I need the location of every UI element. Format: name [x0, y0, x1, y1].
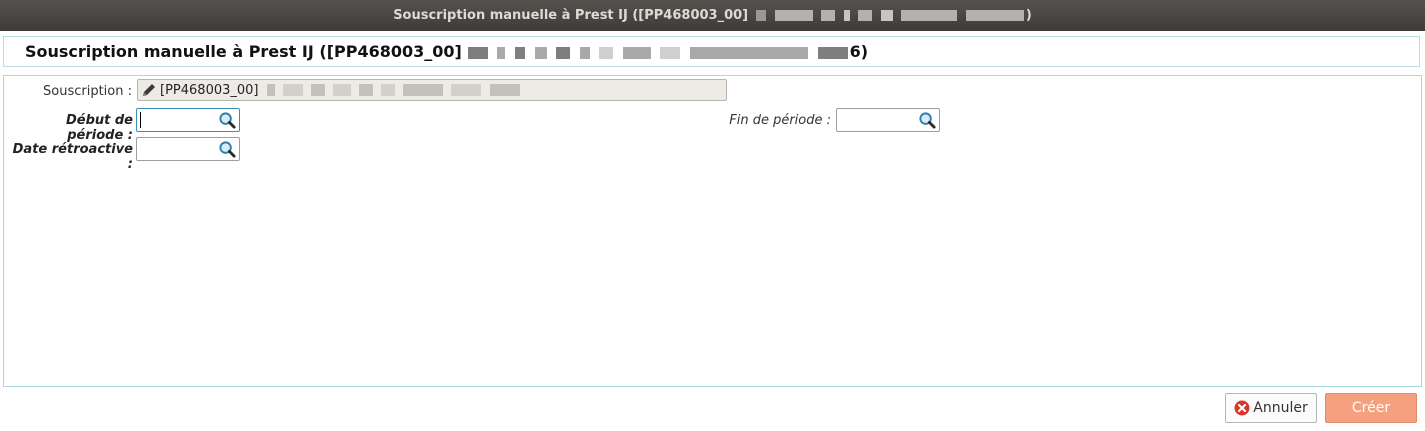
- page-title: Souscription manuelle à Prest IJ ([PP468…: [25, 42, 462, 61]
- text-caret: [140, 112, 141, 128]
- debut-periode-input[interactable]: [136, 108, 240, 132]
- search-icon[interactable]: [218, 111, 237, 130]
- create-button-label: Créer: [1351, 400, 1391, 416]
- window-titlebar: Souscription manuelle à Prest IJ ([PP468…: [0, 0, 1425, 31]
- cancel-button-label: Annuler: [1253, 400, 1308, 416]
- create-button[interactable]: Créer: [1325, 393, 1417, 423]
- souscription-field[interactable]: [PP468003_00]: [137, 79, 727, 101]
- page-title-panel: Souscription manuelle à Prest IJ ([PP468…: [3, 36, 1420, 67]
- fin-periode-label: Fin de période :: [729, 113, 831, 128]
- fin-periode-text[interactable]: [839, 111, 915, 128]
- debut-periode-text[interactable]: [139, 111, 215, 128]
- date-retroactive-input[interactable]: [136, 137, 240, 161]
- debut-periode-label: Début de période :: [65, 113, 133, 143]
- redacted-text: [466, 42, 850, 61]
- redacted-text: [754, 8, 1026, 23]
- window-title-end: ): [1025, 8, 1032, 23]
- window-title: Souscription manuelle à Prest IJ ([PP468…: [393, 8, 749, 23]
- redacted-text: [265, 83, 522, 98]
- search-icon[interactable]: [218, 140, 237, 159]
- form-panel: Souscription : [PP468003_00] Début de pé…: [3, 75, 1422, 387]
- date-retroactive-text[interactable]: [139, 140, 215, 157]
- pencil-icon[interactable]: [141, 82, 157, 98]
- souscription-label: Souscription :: [43, 84, 132, 99]
- page-title-end: 6): [849, 42, 869, 61]
- close-circle-icon: [1234, 400, 1250, 416]
- fin-periode-input[interactable]: [836, 108, 940, 132]
- date-retroactive-label: Date rétroactive :: [12, 142, 133, 172]
- souscription-value: [PP468003_00]: [160, 82, 259, 98]
- search-icon[interactable]: [918, 111, 937, 130]
- cancel-button[interactable]: Annuler: [1225, 393, 1317, 423]
